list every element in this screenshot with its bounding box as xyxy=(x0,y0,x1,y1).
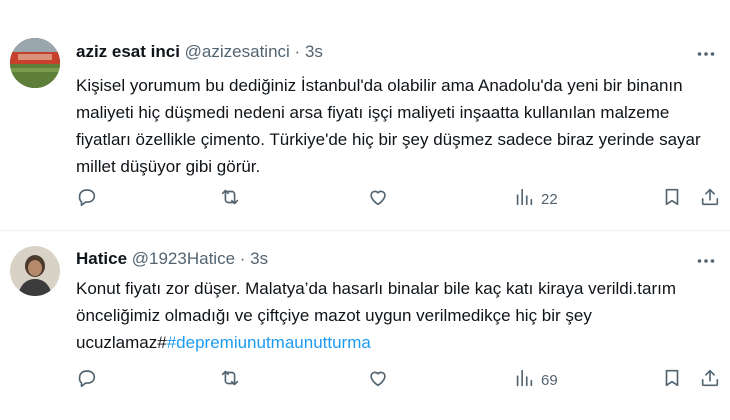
tweet-header: aziz esat inci @azizesatinci · 3s xyxy=(76,40,323,64)
views-icon xyxy=(513,367,535,393)
reply-icon xyxy=(76,367,98,393)
like-icon xyxy=(367,186,389,212)
share-icon xyxy=(699,186,721,212)
like-button[interactable] xyxy=(367,368,389,392)
views-button[interactable]: 22 xyxy=(513,187,558,211)
views-button[interactable]: 69 xyxy=(513,368,558,392)
separator-dot: · xyxy=(239,249,246,268)
like-button[interactable] xyxy=(367,187,389,211)
timestamp[interactable]: 3s xyxy=(305,42,323,61)
author-name[interactable]: aziz esat inci xyxy=(76,42,180,61)
more-icon[interactable] xyxy=(694,249,718,273)
views-count: 22 xyxy=(541,190,558,208)
retweet-button[interactable] xyxy=(219,187,241,211)
more-icon[interactable] xyxy=(694,42,718,66)
tweet-body: Kişisel yorumum bu dediğiniz İstanbul'da… xyxy=(76,76,701,176)
tweet-actions: 69 xyxy=(76,368,726,392)
avatar[interactable] xyxy=(10,38,60,88)
retweet-icon xyxy=(219,186,241,212)
views-count: 69 xyxy=(541,371,558,389)
author-handle[interactable]: @azizesatinci xyxy=(185,42,290,61)
bookmark-icon xyxy=(661,186,683,212)
views-icon xyxy=(513,186,535,212)
bookmark-button[interactable] xyxy=(661,368,683,392)
reply-icon xyxy=(76,186,98,212)
tweet-header: Hatice @1923Hatice · 3s xyxy=(76,247,268,271)
like-icon xyxy=(367,367,389,393)
timestamp[interactable]: 3s xyxy=(250,249,268,268)
avatar[interactable] xyxy=(10,246,60,296)
reply-button[interactable] xyxy=(76,187,98,211)
retweet-icon xyxy=(219,367,241,393)
tweet-text: Kişisel yorumum bu dediğiniz İstanbul'da… xyxy=(76,72,716,180)
hashtag-link[interactable]: #depremiunutmaunutturma xyxy=(167,333,371,352)
tweet-actions: 22 xyxy=(76,187,726,211)
author-handle[interactable]: @1923Hatice xyxy=(132,249,235,268)
bookmark-icon xyxy=(661,367,683,393)
reply-button[interactable] xyxy=(76,368,98,392)
tweet[interactable]: Hatice @1923Hatice · 3s Konut fiyatı zor… xyxy=(0,231,730,420)
share-button[interactable] xyxy=(699,368,721,392)
share-icon xyxy=(699,367,721,393)
separator-dot: · xyxy=(294,42,301,61)
author-name[interactable]: Hatice xyxy=(76,249,127,268)
bookmark-button[interactable] xyxy=(661,187,683,211)
share-button[interactable] xyxy=(699,187,721,211)
tweet[interactable]: aziz esat inci @azizesatinci · 3s Kişise… xyxy=(0,0,730,230)
tweet-text: Konut fiyatı zor düşer. Malatya’da hasar… xyxy=(76,275,716,356)
retweet-button[interactable] xyxy=(219,368,241,392)
